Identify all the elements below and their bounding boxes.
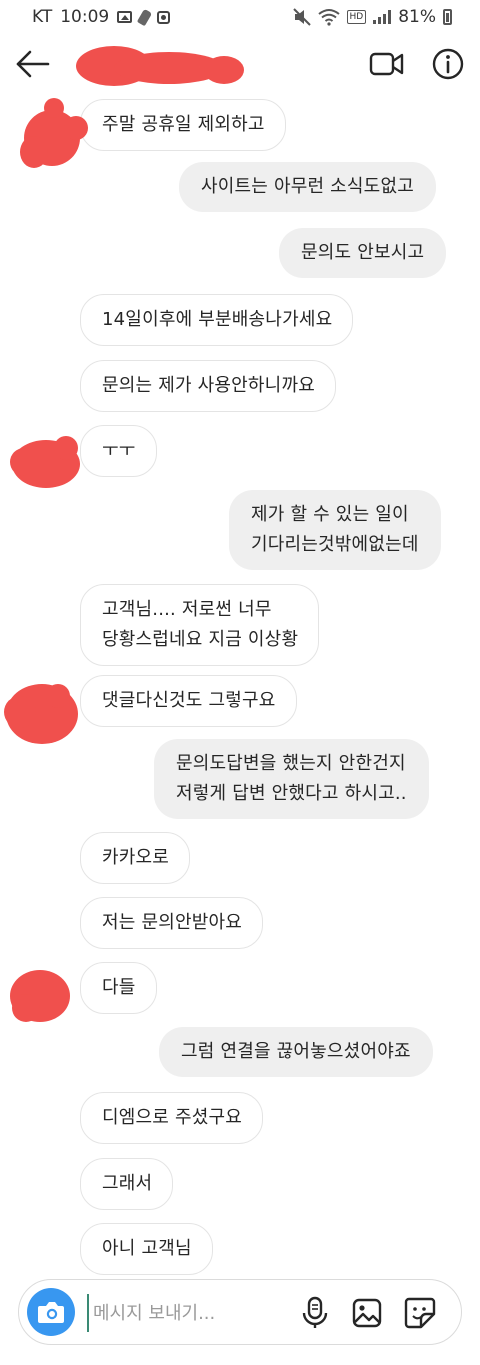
message-incoming[interactable]: 아니 고객님 bbox=[80, 1223, 213, 1275]
message-incoming[interactable]: 저는 문의안받아요 bbox=[80, 897, 264, 949]
message-composer bbox=[18, 1279, 462, 1345]
info-icon bbox=[432, 48, 464, 80]
message-incoming[interactable]: 14일이후에 부분배송나가세요 bbox=[80, 294, 354, 346]
camera-icon bbox=[38, 1302, 64, 1323]
sticker-button[interactable] bbox=[403, 1296, 437, 1330]
avatar[interactable] bbox=[6, 432, 90, 492]
info-button[interactable] bbox=[430, 46, 466, 82]
message-outgoing[interactable]: 문의도 안보시고 bbox=[279, 228, 447, 278]
wifi-icon bbox=[317, 9, 340, 26]
camera-button[interactable] bbox=[27, 1288, 75, 1336]
mute-icon bbox=[292, 8, 311, 26]
hd-voice-badge: HD bbox=[346, 10, 367, 24]
baby-bottle-icon bbox=[137, 8, 153, 26]
message-incoming[interactable]: 다들 bbox=[80, 962, 157, 1014]
carrier-label: KT bbox=[32, 7, 53, 27]
message-outgoing[interactable]: 그럼 연결을 끊어놓으셨어야죠 bbox=[159, 1027, 433, 1077]
message-incoming[interactable]: 댓글다신것도 그렇구요 bbox=[80, 675, 297, 727]
message-incoming[interactable]: ㅜㅜ bbox=[80, 425, 157, 477]
message-incoming[interactable]: 디엠으로 주셨구요 bbox=[80, 1092, 264, 1144]
message-incoming[interactable]: 주말 공휴일 제외하고 bbox=[80, 99, 286, 151]
message-outgoing[interactable]: 문의도답변을 했는지 안한건지 저렇게 답변 안했다고 하시고.. bbox=[154, 739, 429, 819]
battery-percent: 81% bbox=[398, 7, 436, 27]
back-button[interactable] bbox=[12, 46, 52, 82]
status-bar: KT 10:09 HD 81% bbox=[0, 0, 480, 34]
message-outgoing[interactable]: 제가 할 수 있는 일이 기다리는것밖에없는데 bbox=[229, 490, 441, 570]
gallery-button[interactable] bbox=[351, 1297, 383, 1329]
signal-icon bbox=[373, 10, 392, 24]
microphone-icon bbox=[302, 1296, 328, 1328]
gallery-icon bbox=[352, 1298, 382, 1328]
redaction-mark bbox=[76, 46, 244, 86]
avatar[interactable] bbox=[14, 98, 90, 174]
battery-icon bbox=[443, 9, 452, 25]
message-incoming[interactable]: 문의는 제가 사용안하니까요 bbox=[80, 360, 336, 412]
message-outgoing[interactable]: 사이트는 아무런 소식도없고 bbox=[179, 162, 436, 212]
message-incoming[interactable]: 그래서 bbox=[80, 1158, 174, 1210]
back-arrow-icon bbox=[16, 50, 50, 78]
video-call-icon bbox=[369, 52, 404, 76]
message-incoming[interactable]: 고객님.... 저로썬 너무 당황스럽네요 지금 이상황 bbox=[80, 584, 320, 666]
message-incoming[interactable]: 카카오로 bbox=[80, 832, 191, 884]
clock: 10:09 bbox=[60, 7, 110, 27]
sticker-icon bbox=[404, 1297, 436, 1329]
message-input[interactable] bbox=[87, 1294, 295, 1332]
video-call-button[interactable] bbox=[368, 48, 406, 80]
avatar[interactable] bbox=[6, 966, 72, 1030]
screen-record-icon bbox=[157, 10, 171, 24]
voice-message-button[interactable] bbox=[299, 1296, 331, 1330]
avatar[interactable] bbox=[0, 678, 84, 748]
image-notification-icon bbox=[117, 11, 133, 23]
chat-header bbox=[0, 34, 480, 94]
